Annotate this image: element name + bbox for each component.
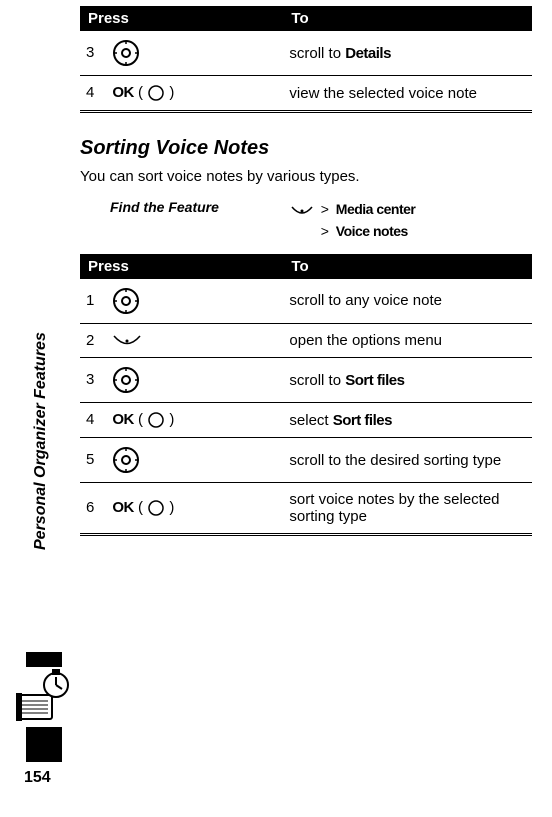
- table-row: 6 OK ( )sort voice notes by the selected…: [80, 483, 532, 535]
- step-number: 4: [86, 411, 104, 428]
- table-header-press: Press: [80, 6, 283, 31]
- table-row: 3 scroll to Sort files: [80, 358, 532, 403]
- step-description: open the options menu: [289, 332, 442, 349]
- to-cell: select Sort files: [283, 403, 532, 438]
- table-row: 5 scroll to the desired sorting type: [80, 438, 532, 483]
- page-number: 154: [24, 769, 51, 787]
- to-cell: scroll to Sort files: [283, 358, 532, 403]
- press-cell: 5: [80, 438, 283, 483]
- nav-key-icon: [112, 446, 140, 474]
- ok-label: OK: [112, 84, 134, 101]
- step-number: 3: [86, 44, 104, 61]
- press-cell: 2: [80, 323, 283, 358]
- page: Personal Organizer Features 154 P: [0, 0, 552, 817]
- press-cell: 4 OK ( ): [80, 76, 283, 112]
- step-description: scroll to: [289, 372, 345, 389]
- find-the-feature: Find the Feature > Media center > Voice …: [110, 199, 532, 242]
- find-feature-label: Find the Feature: [110, 199, 290, 242]
- to-cell: open the options menu: [283, 323, 532, 358]
- menu-key-icon: [290, 200, 314, 221]
- step-description: select: [289, 412, 332, 429]
- find-feature-path: > Media center > Voice notes: [290, 199, 415, 242]
- ok-label: OK: [112, 411, 134, 428]
- path-item-2: Voice notes: [336, 223, 408, 239]
- press-cell: 6 OK ( ): [80, 483, 283, 535]
- table-row: 2 open the options menu: [80, 323, 532, 358]
- table-header-press: Press: [80, 254, 283, 279]
- step-target: Details: [345, 45, 391, 62]
- path-separator: >: [318, 221, 332, 242]
- press-cell: 4 OK ( ): [80, 403, 283, 438]
- step-number: 3: [86, 371, 104, 388]
- step-description: sort voice notes by the selected sorting…: [289, 491, 499, 525]
- content: Press To 3 scroll to Details4 OK ( )view…: [80, 0, 532, 536]
- nav-key-icon: [112, 287, 140, 315]
- steps-table-1: Press To 3 scroll to Details4 OK ( )view…: [80, 6, 532, 113]
- step-number: 2: [86, 332, 104, 349]
- step-number: 5: [86, 451, 104, 468]
- softkey-icon: [147, 411, 165, 429]
- table-row: 3 scroll to Details: [80, 31, 532, 76]
- path-separator: >: [318, 199, 332, 220]
- table-header-to: To: [283, 254, 532, 279]
- to-cell: sort voice notes by the selected sorting…: [283, 483, 532, 535]
- step-description: scroll to any voice note: [289, 292, 442, 309]
- chapter-title: Personal Organizer Features: [32, 332, 50, 550]
- organizer-icon: [12, 667, 72, 727]
- step-description: view the selected voice note: [289, 85, 477, 102]
- step-target: Sort files: [345, 372, 404, 389]
- to-cell: view the selected voice note: [283, 76, 532, 112]
- to-cell: scroll to Details: [283, 31, 532, 76]
- step-target: Sort files: [333, 412, 392, 429]
- menu-key-icon: [112, 332, 142, 349]
- steps-table-2: Press To 1 scroll to any voice note2 ope…: [80, 254, 532, 537]
- press-cell: 3: [80, 31, 283, 76]
- step-number: 1: [86, 292, 104, 309]
- softkey-icon: [147, 499, 165, 517]
- section-heading: Sorting Voice Notes: [80, 137, 532, 160]
- section-intro: You can sort voice notes by various type…: [80, 168, 532, 185]
- nav-key-icon: [112, 39, 140, 67]
- to-cell: scroll to the desired sorting type: [283, 438, 532, 483]
- step-number: 6: [86, 499, 104, 516]
- press-cell: 1: [80, 279, 283, 324]
- sidebar: Personal Organizer Features 154: [0, 0, 62, 817]
- softkey-icon: [147, 84, 165, 102]
- nav-key-icon: [112, 366, 140, 394]
- table-row: 1 scroll to any voice note: [80, 279, 532, 324]
- table-header-to: To: [283, 6, 532, 31]
- step-description: scroll to the desired sorting type: [289, 452, 501, 469]
- to-cell: scroll to any voice note: [283, 279, 532, 324]
- table-row: 4 OK ( ) view the selected voice note: [80, 76, 532, 112]
- path-item-1: Media center: [336, 201, 416, 217]
- ok-label: OK: [112, 499, 134, 516]
- step-description: scroll to: [289, 45, 345, 62]
- step-number: 4: [86, 84, 104, 101]
- table-row: 4 OK ( )select Sort files: [80, 403, 532, 438]
- press-cell: 3: [80, 358, 283, 403]
